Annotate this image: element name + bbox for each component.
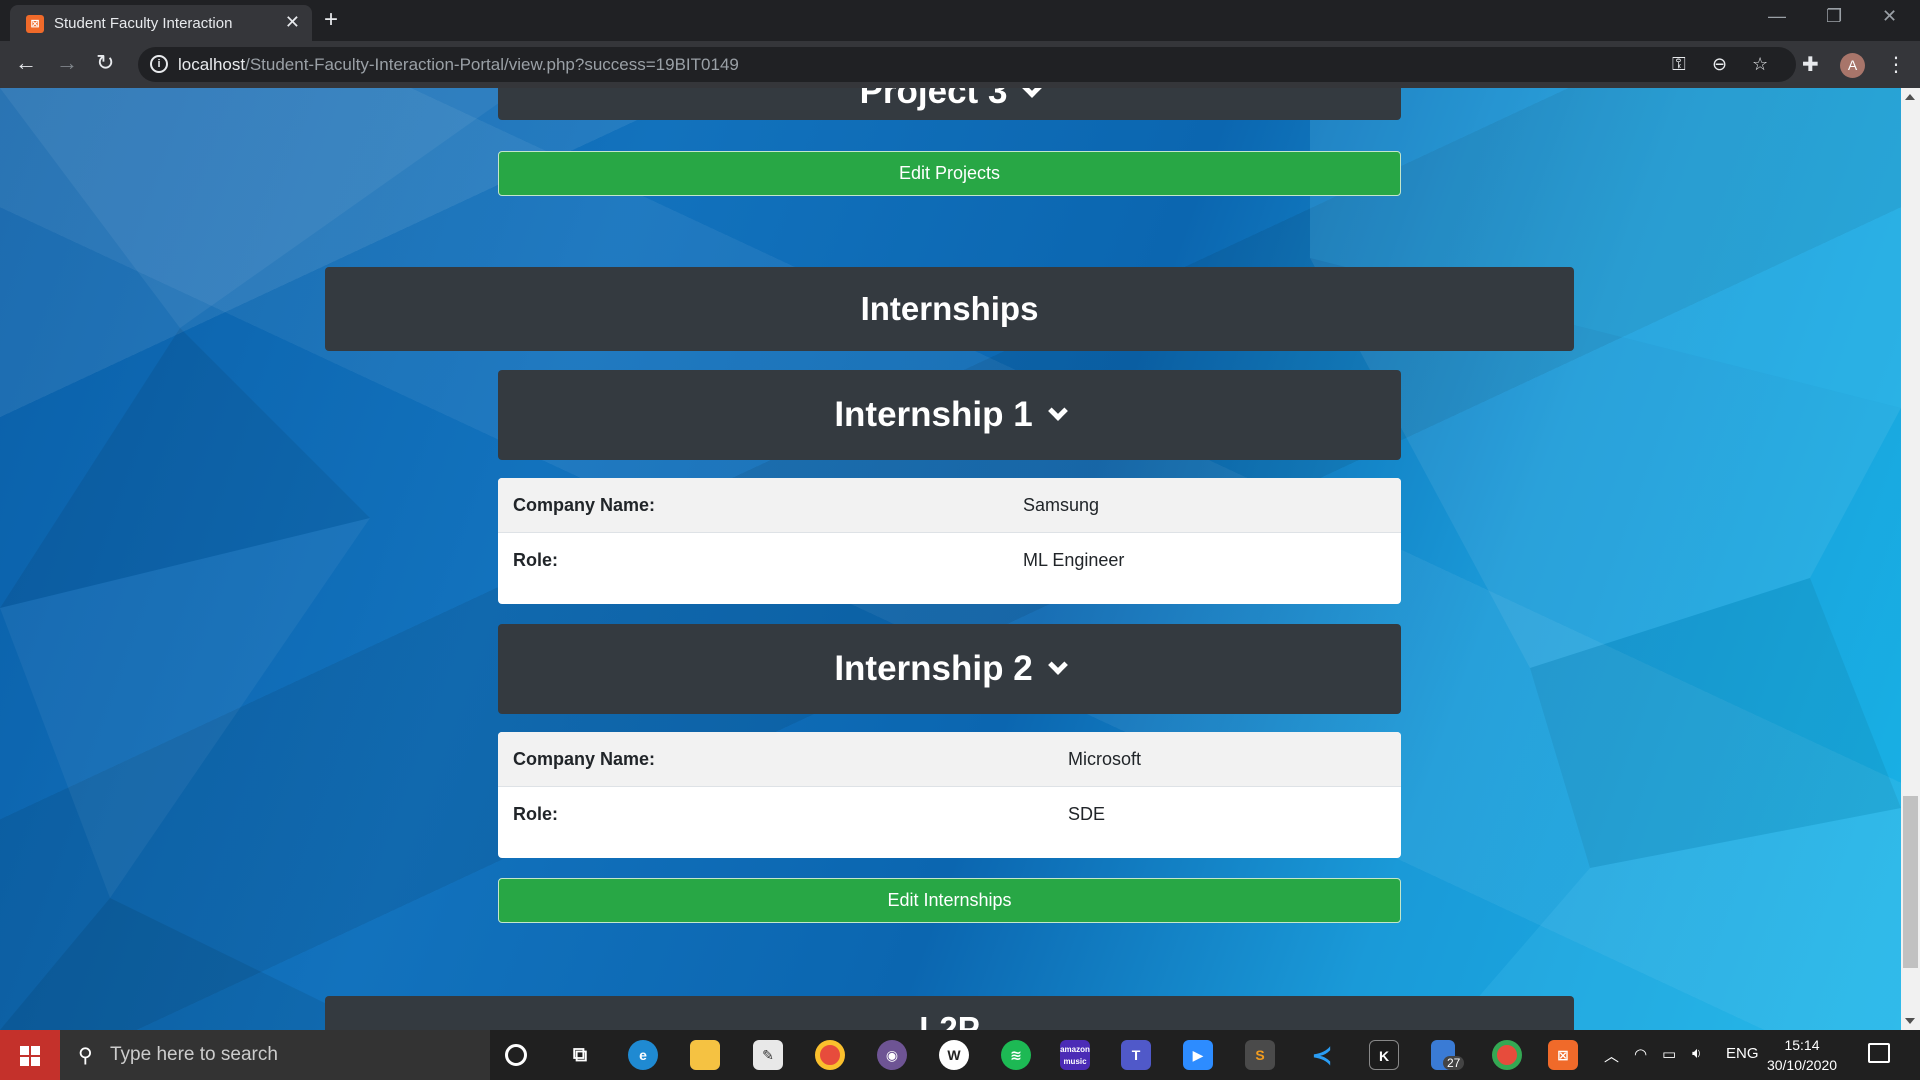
forward-icon[interactable]: → — [56, 51, 78, 75]
show-hidden-icons-chevron-icon[interactable]: ︿ — [1604, 1045, 1619, 1066]
vscode-icon[interactable]: ≺ — [1307, 1040, 1337, 1070]
network-icon[interactable]: ◠ — [1634, 1045, 1647, 1063]
search-icon: ⚲ — [78, 1045, 93, 1067]
page-scrollbar[interactable] — [1901, 88, 1920, 1030]
company-name-value: Samsung — [1023, 495, 1100, 515]
teams-icon[interactable]: T — [1121, 1040, 1151, 1070]
edit-internships-button[interactable]: Edit Internships — [498, 878, 1401, 923]
clock-date: 30/10/2020 — [1766, 1057, 1838, 1073]
spotify-icon[interactable]: ≋ — [1001, 1040, 1031, 1070]
internship-2-title: Internship 2 — [834, 649, 1033, 688]
role-label: Role: — [513, 550, 558, 570]
back-icon[interactable]: ← — [15, 51, 37, 75]
windows-logo-icon — [20, 1046, 40, 1066]
notepad-icon[interactable]: ✎ — [753, 1040, 783, 1070]
company-name-label: Company Name: — [513, 749, 656, 769]
clock[interactable]: 15:14 30/10/2020 — [1752, 1035, 1852, 1075]
project-3-accordion-header[interactable]: Project 3 — [498, 88, 1401, 120]
table-row: Company Name: Samsung — [498, 478, 1401, 533]
tab-title: Student Faculty Interaction — [54, 15, 233, 32]
volume-icon[interactable]: 🔉︎ — [1692, 1045, 1701, 1062]
taskbar-search[interactable]: ⚲ Type here to search — [60, 1030, 490, 1080]
browser-tab-strip: ⊠ Student Faculty Interaction ✕ + — ❐ ✕ — [0, 0, 1920, 41]
page-viewport: Project 3 Edit Projects Internships Inte… — [0, 88, 1901, 1030]
chrome-icon[interactable] — [815, 1040, 845, 1070]
chrome-profile-icon[interactable] — [1492, 1040, 1522, 1070]
app-w-icon[interactable]: W — [939, 1040, 969, 1070]
app-k-icon[interactable]: K — [1369, 1040, 1399, 1070]
tab-close-icon[interactable]: ✕ — [285, 13, 300, 31]
key-icon[interactable]: ⚿ — [1672, 54, 1686, 75]
restore-icon[interactable]: ❐ — [1826, 6, 1842, 27]
xampp-icon: ⊠ — [26, 15, 44, 33]
clock-time: 15:14 — [1784, 1037, 1820, 1053]
next-section-header: L2P — [325, 996, 1574, 1030]
sublime-text-icon[interactable]: S — [1245, 1040, 1275, 1070]
browser-tab-active[interactable]: ⊠ Student Faculty Interaction ✕ — [10, 5, 312, 41]
github-desktop-icon[interactable]: ◉ — [877, 1040, 907, 1070]
file-explorer-icon[interactable] — [690, 1040, 720, 1070]
internships-heading: Internships — [860, 290, 1039, 327]
company-name-value: Microsoft — [1068, 749, 1142, 769]
role-value: SDE — [1068, 804, 1106, 824]
browser-toolbar: ← → ↻ i localhost/Student-Faculty-Intera… — [0, 41, 1920, 88]
chevron-down-icon — [1047, 655, 1068, 675]
xampp-icon[interactable]: ⊠ — [1548, 1040, 1578, 1070]
edit-projects-button[interactable]: Edit Projects — [498, 151, 1401, 196]
internship-1-details-table: Company Name: Samsung Role: ML Engineer — [498, 478, 1401, 604]
role-label: Role: — [513, 804, 558, 824]
table-row: Role: SDE — [498, 787, 1401, 858]
url-text[interactable]: localhost/Student-Faculty-Interaction-Po… — [178, 55, 739, 75]
menu-kebab-icon[interactable]: ⋮ — [1886, 52, 1906, 77]
table-row: Role: ML Engineer — [498, 533, 1401, 604]
notification-center-icon[interactable] — [1868, 1043, 1890, 1063]
bookmark-star-icon[interactable]: ☆ — [1752, 54, 1768, 75]
company-name-label: Company Name: — [513, 495, 656, 515]
url-path: /Student-Faculty-Interaction-Portal/view… — [245, 55, 739, 74]
search-placeholder: Type here to search — [110, 1044, 278, 1065]
zoom-app-icon[interactable]: ▶ — [1183, 1040, 1213, 1070]
amazon-music-icon[interactable]: amazon music — [1060, 1040, 1090, 1070]
reload-icon[interactable]: ↻ — [96, 51, 114, 75]
cortana-icon[interactable] — [505, 1044, 527, 1066]
task-view-icon[interactable]: ⧉ — [565, 1040, 595, 1070]
windows-taskbar: ⚲ Type here to search ⧉ e ✎ ◉ W ≋ amazon… — [0, 1030, 1920, 1080]
internship-1-accordion-header[interactable]: Internship 1 — [498, 370, 1401, 460]
project-3-title: Project 3 — [859, 88, 1008, 111]
url-host: localhost — [178, 55, 246, 74]
battery-icon[interactable]: ▭ — [1662, 1045, 1676, 1063]
badge-count: 27 — [1443, 1056, 1465, 1070]
profile-avatar[interactable]: A — [1840, 53, 1865, 78]
internship-2-accordion-header[interactable]: Internship 2 — [498, 624, 1401, 714]
chevron-down-icon — [1022, 88, 1043, 98]
table-row: Company Name: Microsoft — [498, 732, 1401, 787]
address-bar[interactable]: i localhost/Student-Faculty-Interaction-… — [138, 47, 1796, 82]
next-section-heading: L2P — [919, 1010, 980, 1030]
new-tab-button[interactable]: + — [324, 6, 338, 34]
internships-section-header: Internships — [325, 267, 1574, 351]
start-button[interactable] — [0, 1030, 60, 1080]
extensions-icon[interactable]: ✚ — [1802, 52, 1819, 77]
scroll-down-arrow-icon[interactable] — [1905, 1018, 1915, 1024]
chevron-down-icon — [1047, 401, 1068, 421]
role-value: ML Engineer — [1023, 550, 1125, 570]
internship-1-title: Internship 1 — [834, 395, 1033, 434]
minimize-icon[interactable]: — — [1768, 6, 1786, 27]
internship-2-details-table: Company Name: Microsoft Role: SDE — [498, 732, 1401, 858]
scroll-thumb[interactable] — [1903, 796, 1918, 968]
zoom-icon[interactable]: ⊖ — [1712, 54, 1727, 75]
scroll-up-arrow-icon[interactable] — [1905, 94, 1915, 100]
window-close-icon[interactable]: ✕ — [1882, 6, 1897, 27]
site-info-icon[interactable]: i — [150, 55, 168, 73]
edge-icon[interactable]: e — [628, 1040, 658, 1070]
